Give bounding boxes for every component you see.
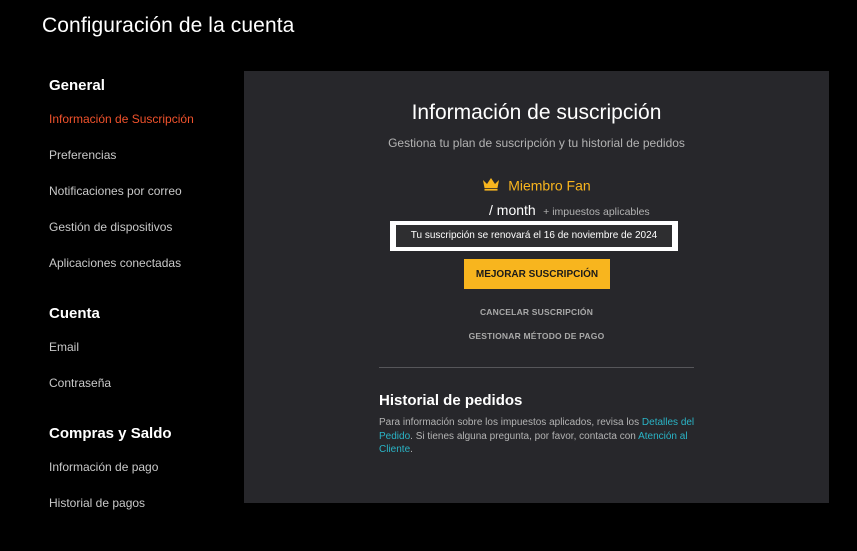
sidebar-section-account: Cuenta xyxy=(49,305,100,322)
sidebar-item-subscription-info[interactable]: Información de Suscripción xyxy=(49,112,194,126)
order-history-text-part: . Si tienes alguna pregunta, por favor, … xyxy=(410,430,639,442)
subscription-subtitle: Gestiona tu plan de suscripción y tu his… xyxy=(388,136,685,150)
sidebar-item-connected-apps[interactable]: Aplicaciones conectadas xyxy=(49,256,181,270)
manage-payment-method-button[interactable]: GESTIONAR MÉTODO DE PAGO xyxy=(244,331,829,341)
sidebar-item-email-notifications[interactable]: Notificaciones por correo xyxy=(49,184,182,198)
price-period: / month xyxy=(489,202,536,218)
price-tax-note: + impuestos aplicables xyxy=(543,206,650,218)
sidebar-item-password[interactable]: Contraseña xyxy=(49,376,111,390)
sidebar-item-email[interactable]: Email xyxy=(49,340,79,354)
order-history-text-part: Para información sobre los impuestos apl… xyxy=(379,417,642,428)
plan-name: Miembro Fan xyxy=(508,177,591,194)
order-history-text-part: . xyxy=(410,444,413,455)
page-title: Configuración de la cuenta xyxy=(42,14,295,37)
renewal-notice: Tu suscripción se renovará el 16 de novi… xyxy=(390,221,678,251)
crown-icon xyxy=(482,177,500,194)
plan-row: Miembro Fan xyxy=(244,176,829,194)
subscription-panel: Información de suscripción Gestiona tu p… xyxy=(244,71,829,503)
order-history-title: Historial de pedidos xyxy=(379,392,523,409)
sidebar-item-device-management[interactable]: Gestión de dispositivos xyxy=(49,220,172,234)
divider xyxy=(379,367,694,368)
cancel-subscription-button[interactable]: CANCELAR SUSCRIPCIÓN xyxy=(244,307,829,317)
subscription-title: Información de suscripción xyxy=(411,101,662,124)
sidebar-item-preferences[interactable]: Preferencias xyxy=(49,148,116,162)
sidebar-item-payment-info[interactable]: Información de pago xyxy=(49,460,158,474)
order-history-text: Para información sobre los impuestos apl… xyxy=(379,416,699,457)
sidebar-item-payment-history[interactable]: Historial de pagos xyxy=(49,496,145,510)
renewal-text: Tu suscripción se renovará el 16 de novi… xyxy=(396,225,672,247)
sidebar-section-general: General xyxy=(49,77,105,94)
sidebar-section-purchases: Compras y Saldo xyxy=(49,425,172,442)
price-row: / month + impuestos aplicables xyxy=(489,202,650,220)
upgrade-subscription-button[interactable]: MEJORAR SUSCRIPCIÓN xyxy=(464,259,610,289)
